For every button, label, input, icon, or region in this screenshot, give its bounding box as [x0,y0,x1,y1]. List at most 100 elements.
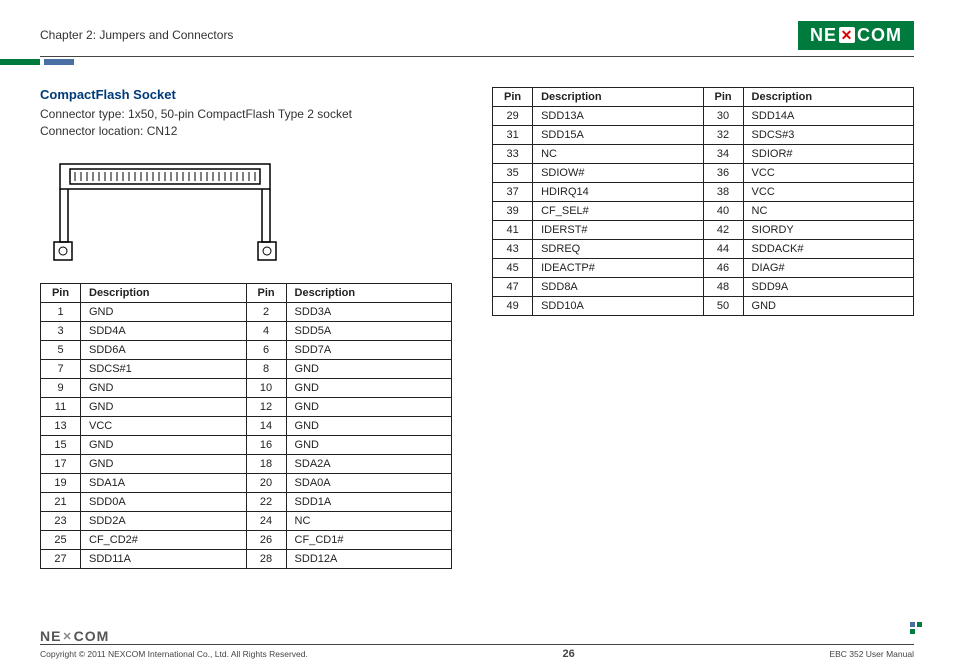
pin-cell: 21 [41,492,81,511]
pin-cell: 19 [41,473,81,492]
pin-cell: 17 [41,454,81,473]
pin-cell: 34 [703,145,743,164]
table-row: 37HDIRQ1438VCC [493,183,914,202]
chapter-title: Chapter 2: Jumpers and Connectors [40,28,233,42]
table-row: 1GND2SDD3A [41,302,452,321]
desc-cell: SDA2A [286,454,452,473]
table-row: 9GND10GND [41,378,452,397]
page-content: CompactFlash Socket Connector type: 1x50… [40,87,914,569]
footer-logo-post: COM [74,628,110,644]
nexcom-logo: NE ✕ COM [798,21,914,50]
pin-cell: 7 [41,359,81,378]
desc-cell: VCC [743,183,913,202]
desc-cell: SIORDY [743,221,913,240]
table-row: 23SDD2A24NC [41,511,452,530]
pin-table-left: Pin Description Pin Description 1GND2SDD… [40,283,452,569]
desc-cell: GND [81,302,247,321]
desc-cell: SDIOR# [743,145,913,164]
desc-cell: SDD15A [533,126,703,145]
pin-cell: 29 [493,107,533,126]
pin-cell: 38 [703,183,743,202]
pin-cell: 6 [246,340,286,359]
pin-cell: 33 [493,145,533,164]
table-row: 25CF_CD2#26CF_CD1# [41,530,452,549]
th-desc: Description [81,283,247,302]
pin-cell: 24 [246,511,286,530]
pin-cell: 26 [246,530,286,549]
th-pin: Pin [41,283,81,302]
pin-cell: 3 [41,321,81,340]
right-column: Pin Description Pin Description 29SDD13A… [492,87,914,569]
pin-cell: 25 [41,530,81,549]
pin-cell: 10 [246,378,286,397]
desc-cell: SDD14A [743,107,913,126]
desc-cell: GND [81,454,247,473]
pin-cell: 45 [493,259,533,278]
pin-cell: 37 [493,183,533,202]
pin-cell: 44 [703,240,743,259]
pin-cell: 36 [703,164,743,183]
desc-cell: SDA0A [286,473,452,492]
page-header: Chapter 2: Jumpers and Connectors NE ✕ C… [40,20,914,50]
pin-cell: 31 [493,126,533,145]
desc-cell: CF_CD1# [286,530,452,549]
pin-cell: 2 [246,302,286,321]
pin-cell: 41 [493,221,533,240]
desc-cell: SDD5A [286,321,452,340]
logo-text-post: COM [857,25,902,46]
desc-cell: SDCS#3 [743,126,913,145]
desc-cell: SDREQ [533,240,703,259]
pin-cell: 15 [41,435,81,454]
desc-cell: DIAG# [743,259,913,278]
pin-cell: 1 [41,302,81,321]
table-row: 35SDIOW#36VCC [493,164,914,183]
pin-cell: 49 [493,297,533,316]
table-row: 21SDD0A22SDD1A [41,492,452,511]
table-row: 31SDD15A32SDCS#3 [493,126,914,145]
table-row: 29SDD13A30SDD14A [493,107,914,126]
desc-cell: VCC [743,164,913,183]
pin-cell: 30 [703,107,743,126]
desc-cell: SDD8A [533,278,703,297]
table-row: 13VCC14GND [41,416,452,435]
pin-cell: 5 [41,340,81,359]
desc-cell: GND [743,297,913,316]
page-footer: NE ✕ COM Copyright © 2011 NEXCOM Interna… [40,628,914,660]
table-row: 33NC34SDIOR# [493,145,914,164]
desc-cell: GND [286,359,452,378]
desc-cell: GND [81,435,247,454]
desc-cell: SDIOW# [533,164,703,183]
pin-cell: 20 [246,473,286,492]
copyright-text: Copyright © 2011 NEXCOM International Co… [40,649,308,659]
table-row: 49SDD10A50GND [493,297,914,316]
pin-cell: 4 [246,321,286,340]
desc-cell: SDCS#1 [81,359,247,378]
table-header-row: Pin Description Pin Description [493,88,914,107]
pin-cell: 12 [246,397,286,416]
desc-cell: GND [286,397,452,416]
desc-cell: GND [81,378,247,397]
header-divider [40,56,914,57]
pin-cell: 9 [41,378,81,397]
footer-row: Copyright © 2011 NEXCOM International Co… [40,648,914,660]
table-row: 45IDEACTP#46DIAG# [493,259,914,278]
pin-cell: 11 [41,397,81,416]
pin-cell: 39 [493,202,533,221]
pin-cell: 43 [493,240,533,259]
table-row: 43SDREQ44SDDACK# [493,240,914,259]
desc-cell: SDD3A [286,302,452,321]
desc-cell: SDD13A [533,107,703,126]
footer-logo: NE ✕ COM [40,628,914,644]
th-desc: Description [286,283,452,302]
desc-cell: GND [286,416,452,435]
pin-cell: 50 [703,297,743,316]
desc-cell: IDERST# [533,221,703,240]
th-pin: Pin [493,88,533,107]
th-pin: Pin [703,88,743,107]
logo-text-pre: NE [810,25,837,46]
table-row: 17GND18SDA2A [41,454,452,473]
left-column: CompactFlash Socket Connector type: 1x50… [40,87,452,569]
table-row: 3SDD4A4SDD5A [41,321,452,340]
pin-cell: 42 [703,221,743,240]
desc-cell: SDD11A [81,549,247,568]
